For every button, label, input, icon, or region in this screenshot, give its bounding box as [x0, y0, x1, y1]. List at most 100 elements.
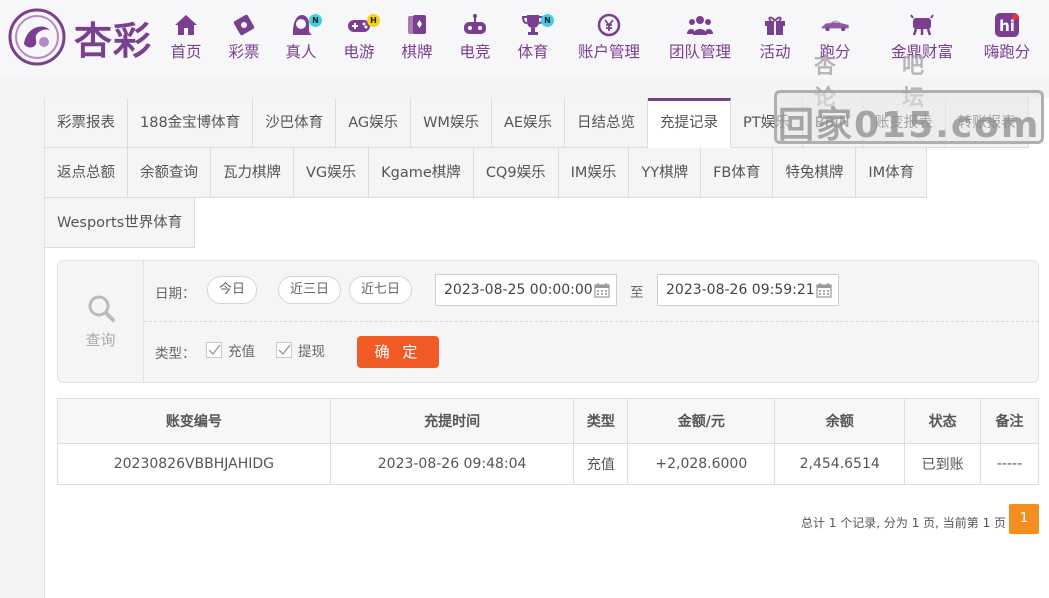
- tab-row1-9[interactable]: BBIN: [802, 98, 863, 148]
- tab-row1-6[interactable]: 日结总览: [565, 98, 649, 148]
- tab-row1-3[interactable]: AG娱乐: [336, 98, 412, 148]
- end-date-input[interactable]: 2023-08-26 09:59:21: [657, 274, 839, 306]
- search-button[interactable]: 查询: [58, 261, 144, 382]
- tab-row2-3[interactable]: VG娱乐: [294, 148, 370, 198]
- start-date-value: 2023-08-25 00:00:00: [444, 282, 593, 298]
- joystick-icon: [460, 12, 490, 38]
- tab-row1-8[interactable]: PT娱乐: [731, 98, 803, 148]
- tab-row2-7[interactable]: YY棋牌: [629, 148, 702, 198]
- tab-row2-5[interactable]: CQ9娱乐: [473, 148, 559, 198]
- search-icon: [88, 295, 115, 322]
- page-1-button[interactable]: 1: [1009, 504, 1039, 534]
- hi-icon: hi: [992, 12, 1022, 38]
- type-deposit-checkbox[interactable]: 充值: [206, 340, 255, 360]
- type-withdraw-label: 提现: [298, 344, 325, 360]
- tab-row1-2[interactable]: 沙巴体育: [253, 98, 337, 148]
- date-range-separator: 至: [630, 285, 644, 301]
- checkmark-icon: [208, 344, 221, 356]
- calendar-icon: [594, 283, 610, 298]
- nav-badge: N: [309, 14, 322, 27]
- nav-badge: N: [541, 14, 554, 27]
- cell-status: 已到账: [904, 443, 982, 485]
- date-label: 日期：: [155, 286, 196, 302]
- tab-row2-9[interactable]: 特兔棋牌: [773, 148, 857, 198]
- end-date-value: 2023-08-26 09:59:21: [666, 282, 815, 298]
- trophy-icon: N: [518, 12, 554, 38]
- report-panel: 彩票报表 188金宝博体育 沙巴体育 AG娱乐 WM娱乐 AE娱乐 日结总览 充提记录 PT娱乐…: [44, 98, 1049, 598]
- nav-item-wealth[interactable]: 金鼎财富: [889, 12, 955, 64]
- type-withdraw-checkbox[interactable]: 提现: [276, 340, 325, 360]
- nav-item-home[interactable]: 首页: [171, 12, 202, 64]
- nav-badge: H: [367, 14, 380, 27]
- tab-row3-0[interactable]: Wesports世界体育: [45, 198, 196, 248]
- col-header-remark: 备注: [980, 398, 1039, 444]
- home-icon: [171, 12, 201, 38]
- checkbox-box: [276, 342, 292, 358]
- tab-row1-1[interactable]: 188金宝博体育: [128, 98, 254, 148]
- tripod-icon: [907, 12, 937, 38]
- tab-row2-0[interactable]: 返点总额: [45, 148, 128, 198]
- gift-icon: [760, 12, 790, 38]
- tab-row2-10[interactable]: IM体育: [856, 148, 928, 198]
- quick-today-button[interactable]: 今日: [207, 276, 258, 304]
- cell-balance: 2,454.6514: [774, 443, 906, 485]
- nav-item-egame[interactable]: H 电游: [343, 12, 380, 64]
- tab-row2-2[interactable]: 瓦力棋牌: [211, 148, 294, 198]
- nav-item-race[interactable]: 跑分: [819, 12, 851, 64]
- tab-row2-4[interactable]: Kgame棋牌: [369, 148, 474, 198]
- nav-label: 真人: [285, 43, 317, 61]
- nav-label: 活动: [759, 43, 791, 61]
- start-date-input[interactable]: 2023-08-25 00:00:00: [435, 274, 617, 306]
- cell-id: 20230826VBBHJAHIDG: [57, 443, 331, 485]
- col-header-status: 状态: [904, 398, 982, 444]
- table-header-row: 账变编号 充提时间 类型 金额/元 余额 状态 备注: [57, 398, 1039, 444]
- calendar-icon: [816, 283, 832, 298]
- nav-item-lottery[interactable]: 彩票: [228, 12, 260, 64]
- tab-row1-5[interactable]: AE娱乐: [491, 98, 566, 148]
- nav-item-team[interactable]: 团队管理: [667, 12, 733, 64]
- tab-row1-0[interactable]: 彩票报表: [45, 98, 128, 148]
- nav-label: 跑分: [819, 43, 851, 61]
- nav-label: 嗨跑分: [983, 43, 1031, 61]
- cell-remark: -----: [980, 443, 1039, 485]
- col-header-type: 类型: [573, 398, 629, 444]
- tab-row2-8[interactable]: FB体育: [701, 148, 774, 198]
- nav-label: 电游: [343, 43, 375, 61]
- gamepad-icon: H: [344, 12, 380, 38]
- nav-item-esports[interactable]: 电竞: [459, 12, 491, 64]
- quick-7days-button[interactable]: 近七日: [349, 276, 413, 304]
- cell-type: 充值: [573, 443, 629, 485]
- nav-item-sports[interactable]: N 体育: [517, 12, 554, 64]
- nav-item-chess[interactable]: 棋牌: [402, 12, 433, 64]
- nav-label: 金鼎财富: [890, 43, 953, 61]
- checkbox-box: [206, 342, 222, 358]
- tab-row2-1[interactable]: 余额查询: [128, 148, 211, 198]
- brand-name: 杏彩: [74, 17, 153, 63]
- col-header-time: 充提时间: [329, 398, 575, 444]
- tab-row1-4[interactable]: WM娱乐: [411, 98, 492, 148]
- filter-divider: [144, 321, 1039, 322]
- confirm-button[interactable]: 确 定: [357, 336, 439, 368]
- nav-item-events[interactable]: 活动: [759, 12, 791, 64]
- filter-box: 查询 日期： 今日 近三日 近七日 2023-08-25 00:00:00 至 …: [57, 260, 1039, 383]
- col-header-balance: 余额: [774, 398, 906, 444]
- lottery-ticket-icon: [229, 12, 259, 38]
- nav-item-account[interactable]: 账户管理: [576, 12, 642, 64]
- tab-row-1: 彩票报表 188金宝博体育 沙巴体育 AG娱乐 WM娱乐 AE娱乐 日结总览 充提记录 PT娱乐…: [45, 98, 1029, 148]
- brand-logo[interactable]: 杏彩: [6, 6, 166, 68]
- tab-row1-11[interactable]: 转账报表: [945, 98, 1029, 148]
- type-deposit-label: 充值: [228, 344, 255, 360]
- nav-label: 彩票: [228, 43, 260, 61]
- quick-3days-button[interactable]: 近三日: [278, 276, 342, 304]
- top-navigation-bar: 杏彩 首页 彩票 N 真人 H 电游 棋牌 电竞 N 体育 账户管理 团队管理 活动 跑分 金鼎财富 hi 嗨跑…: [0, 0, 1049, 78]
- nav-label: 电竞: [459, 43, 491, 61]
- tab-row2-6[interactable]: IM娱乐: [558, 148, 630, 198]
- tab-row1-10[interactable]: 账变报表: [862, 98, 946, 148]
- col-header-amount: 金额/元: [627, 398, 776, 444]
- nav-label: 体育: [517, 43, 549, 61]
- cell-amount: +2,028.6000: [627, 443, 776, 485]
- tab-row1-7[interactable]: 充提记录: [648, 98, 732, 148]
- nav-item-live[interactable]: N 真人: [285, 12, 322, 64]
- table-row: 20230826VBBHJAHIDG 2023-08-26 09:48:04 充…: [57, 443, 1039, 485]
- nav-item-hirun[interactable]: hi 嗨跑分: [981, 12, 1033, 64]
